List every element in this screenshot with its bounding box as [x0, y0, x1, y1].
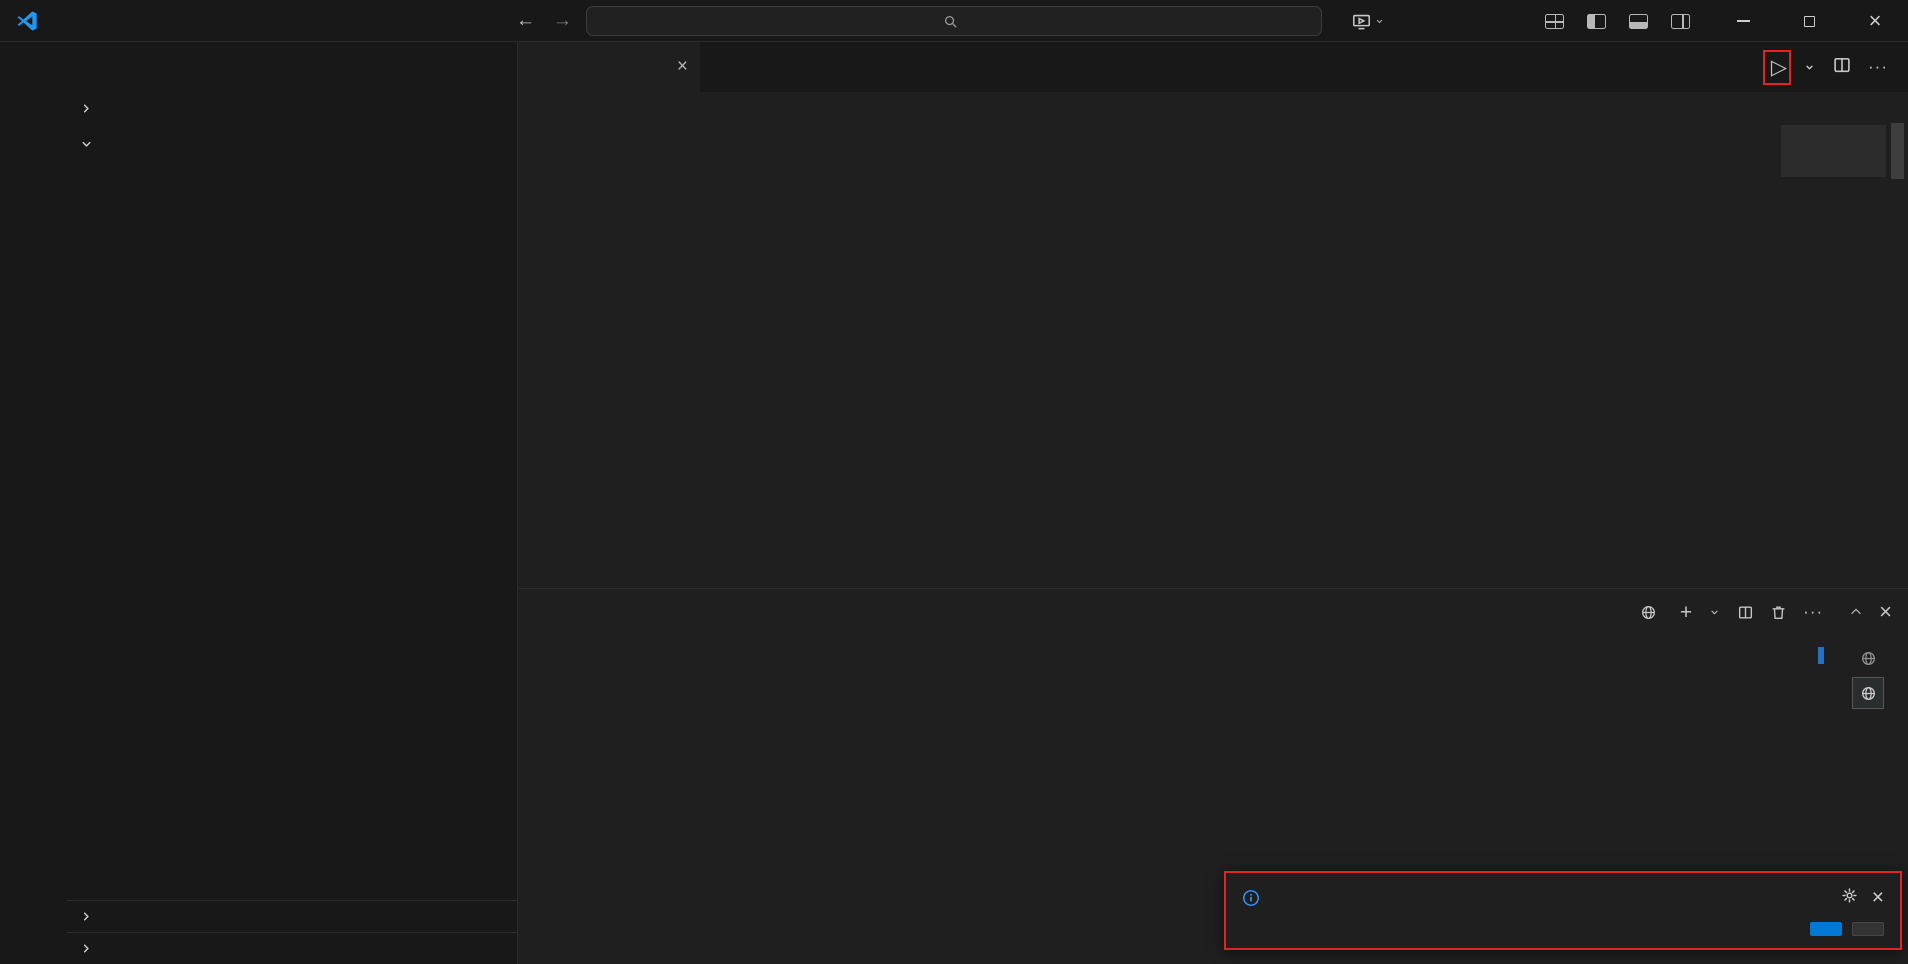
panel-more-actions-icon[interactable]: ··· [1803, 602, 1823, 622]
toggle-panel-icon[interactable] [1629, 13, 1648, 29]
close-panel-icon[interactable]: × [1879, 601, 1892, 623]
command-decoration [1818, 647, 1824, 664]
new-terminal-button[interactable]: + [1680, 602, 1692, 623]
close-window-button[interactable]: × [1842, 0, 1908, 42]
history-nav: ← → [516, 0, 572, 42]
notification-settings-icon[interactable] [1841, 887, 1858, 909]
run-dropdown-icon[interactable] [1803, 61, 1816, 74]
code-editor[interactable] [518, 123, 1908, 588]
maximize-button[interactable] [1776, 0, 1842, 42]
screencast-remote-icon[interactable] [1352, 12, 1385, 31]
chevron-down-icon [77, 135, 95, 153]
customize-layout-icon[interactable] [1545, 13, 1564, 29]
explorer-sidebar [67, 42, 517, 964]
terminal-dropdown-icon[interactable] [1708, 606, 1721, 619]
editor-scrollbar[interactable] [1888, 123, 1908, 588]
panel-actions: + ··· × [1640, 601, 1892, 623]
back-button[interactable]: ← [516, 10, 535, 32]
notification-toast: × [1224, 871, 1902, 950]
editor-more-actions-icon[interactable]: ··· [1868, 57, 1888, 77]
chevron-right-icon [77, 99, 95, 117]
timeline-section[interactable] [67, 932, 517, 964]
chevron-right-icon [77, 940, 95, 958]
open-in-browser-button[interactable] [1810, 922, 1842, 936]
workspace-section[interactable] [67, 128, 517, 160]
notification-close-icon[interactable]: × [1872, 887, 1884, 908]
terminal-instance-icon[interactable] [1852, 677, 1884, 709]
split-terminal-icon[interactable] [1737, 604, 1754, 621]
minimize-button[interactable] [1710, 0, 1776, 42]
breadcrumb [518, 92, 1908, 123]
maximize-panel-icon[interactable] [1849, 605, 1863, 619]
tab-close-icon[interactable]: × [677, 56, 688, 78]
toggle-primary-sidebar-icon[interactable] [1587, 13, 1606, 29]
minimap[interactable] [1781, 125, 1886, 588]
titlebar-right: × [1352, 0, 1908, 42]
editor-actions: ▷ ··· [1762, 42, 1908, 92]
activity-bar [0, 42, 67, 964]
forward-button[interactable]: → [553, 10, 572, 32]
tab-app-py[interactable]: × [518, 42, 700, 92]
title-bar: ← → × [0, 0, 1908, 42]
preview-in-editor-button[interactable] [1852, 922, 1884, 936]
chevron-right-icon [77, 908, 95, 926]
terminal-instance-icon[interactable] [1853, 643, 1883, 673]
editor-tab-bar: × ▷ ··· [518, 42, 1908, 92]
kill-terminal-icon[interactable] [1770, 604, 1787, 621]
panel-header: + ··· × [518, 589, 1908, 635]
command-center-search[interactable] [586, 6, 1322, 36]
editor-group: × ▷ ··· + ··· × [517, 42, 1908, 964]
run-button[interactable]: ▷ [1771, 57, 1787, 78]
terminal-instance-label[interactable] [1640, 604, 1664, 621]
python-file-icon [534, 58, 552, 76]
split-editor-icon[interactable] [1832, 55, 1852, 80]
info-icon [1242, 889, 1260, 912]
vscode-window: { "window": { "menus": ["File", "Edit", … [0, 0, 1908, 964]
globe-icon [1641, 605, 1655, 619]
vscode-logo-icon [0, 10, 54, 32]
search-icon [944, 15, 957, 28]
toggle-secondary-sidebar-icon[interactable] [1671, 13, 1690, 29]
outline-section[interactable] [67, 900, 517, 932]
open-editors-section[interactable] [67, 92, 517, 124]
